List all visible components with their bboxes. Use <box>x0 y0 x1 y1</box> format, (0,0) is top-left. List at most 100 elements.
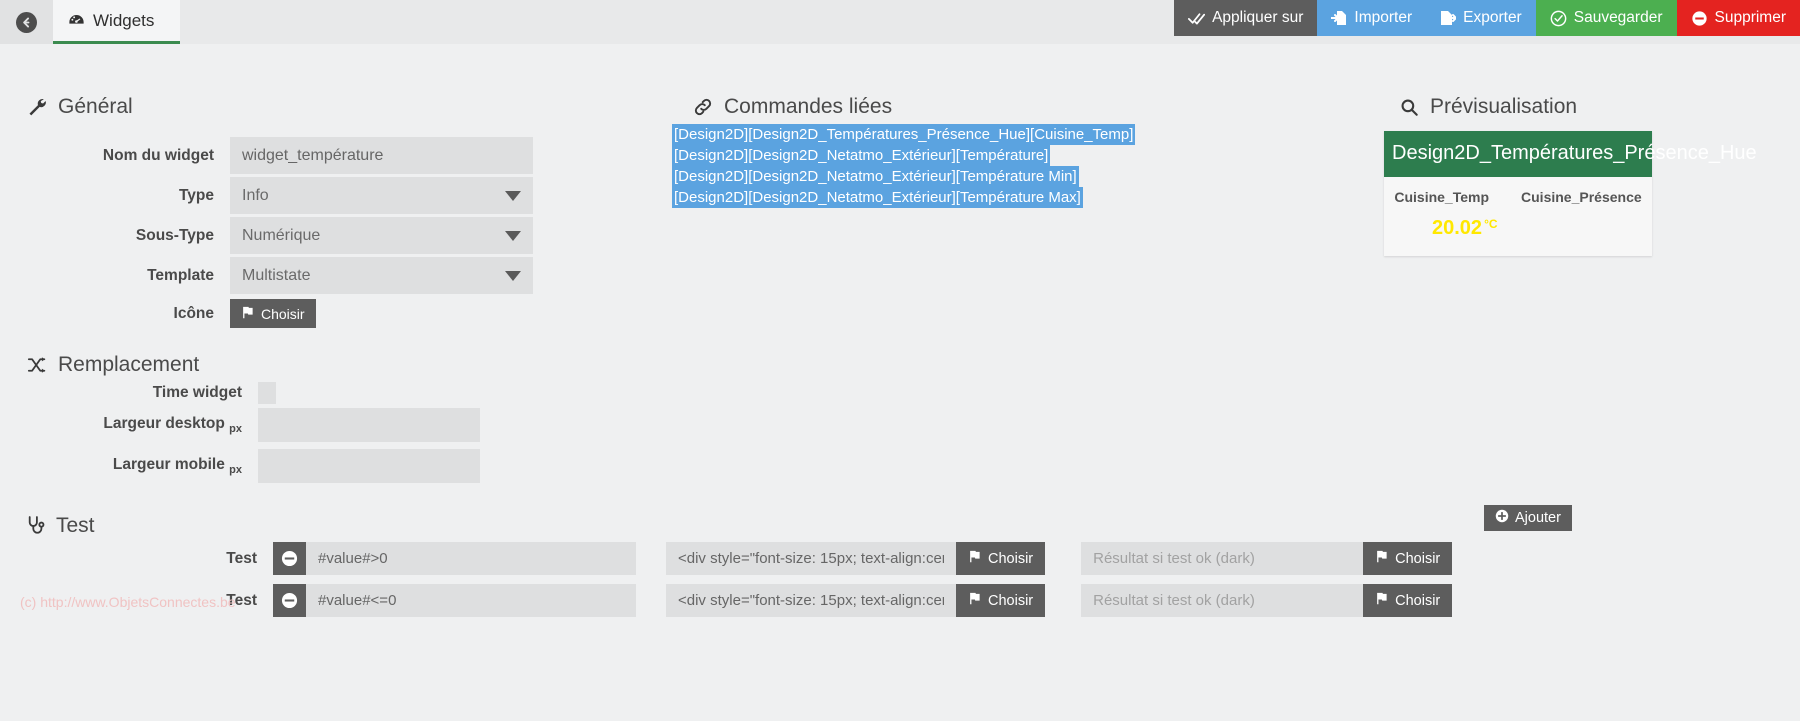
flag-icon <box>241 306 255 322</box>
list-item[interactable]: [Design2D][Design2D_Netatmo_Extérieur][T… <box>672 187 1090 208</box>
test-result-choisir-button[interactable]: Choisir <box>1363 542 1453 575</box>
toolbar-buttons: Appliquer sur Importer Exporter Sauvegar… <box>1174 0 1800 36</box>
section-remplacement-title: Remplacement <box>27 353 199 377</box>
flag-icon <box>1375 592 1389 609</box>
preview-column-0: Cuisine_Temp <box>1394 189 1490 205</box>
exporter-button[interactable]: Exporter <box>1426 0 1536 36</box>
preview-temperature-value: 20.02 <box>1432 217 1483 239</box>
test-result-input[interactable] <box>1081 542 1364 575</box>
section-remplacement-label: Remplacement <box>58 353 200 376</box>
list-item-label: [Design2D][Design2D_Netatmo_Extérieur][T… <box>672 187 1083 208</box>
flag-icon <box>968 592 982 609</box>
test-remove-button[interactable] <box>273 542 306 575</box>
preview-values: 20.02 °C <box>1394 217 1642 240</box>
section-previsualisation-label: Prévisualisation <box>1430 95 1578 118</box>
nom-du-widget-label: Nom du widget <box>102 146 214 164</box>
widget-editor-page: Widgets Appliquer sur Importer Exporter … <box>0 0 1800 721</box>
list-item[interactable]: [Design2D][Design2D_Températures_Présenc… <box>672 124 1136 145</box>
minus-circle-icon <box>281 550 298 567</box>
time-widget-label: Time widget <box>152 384 242 401</box>
section-commandes-title: Commandes liées <box>693 95 892 119</box>
list-item[interactable]: [Design2D][Design2D_Netatmo_Extérieur][T… <box>672 166 1090 187</box>
flag-icon <box>1375 550 1389 567</box>
preview-card: Design2D_Températures_Présence_Hue Cuisi… <box>1384 131 1757 256</box>
test-template-choisir-label: Choisir <box>988 550 1034 567</box>
field-type: Type Info <box>0 177 545 214</box>
chevron-down-icon <box>505 230 521 241</box>
list-item-label: [Design2D][Design2D_Netatmo_Extérieur][T… <box>672 145 1051 166</box>
test-result-choisir-label: Choisir <box>1395 550 1441 567</box>
largeur-desktop-label: Largeur desktop px <box>0 415 258 435</box>
stethoscope-icon <box>27 516 45 536</box>
dashboard-icon <box>67 11 86 30</box>
field-largeur-mobile: Largeur mobile px <box>0 449 545 483</box>
supprimer-button[interactable]: Supprimer <box>1676 0 1800 36</box>
test-result-input[interactable] <box>1081 584 1364 617</box>
field-template: Template Multistate <box>0 257 545 294</box>
test-condition-input[interactable] <box>306 542 636 575</box>
type-value: Info <box>242 186 269 204</box>
wrench-icon <box>27 97 47 117</box>
sauvegarder-button[interactable]: Sauvegarder <box>1535 0 1677 36</box>
icone-label: Icône <box>173 304 214 322</box>
test-template-input[interactable] <box>666 542 956 575</box>
file-import-icon <box>1331 10 1347 26</box>
template-label: Template <box>147 266 214 284</box>
exporter-label: Exporter <box>1463 9 1522 26</box>
watermark: (c) http://www.ObjetsConnectes.be <box>20 594 236 610</box>
test-row-label: Test <box>226 549 257 567</box>
commandes-list[interactable]: [Design2D][Design2D_Températures_Présenc… <box>672 124 1136 208</box>
list-item[interactable]: [Design2D][Design2D_Netatmo_Extérieur][T… <box>672 145 1090 166</box>
arrow-left-circle-icon <box>16 11 37 33</box>
largeur-mobile-unit: px <box>229 464 242 477</box>
tab-widgets[interactable]: Widgets <box>53 0 180 44</box>
test-condition-input[interactable] <box>306 584 636 617</box>
section-general-title: Général <box>27 95 133 119</box>
test-row: Test Choisir Choisir <box>0 542 1453 575</box>
list-item-label: [Design2D][Design2D_Températures_Présenc… <box>672 124 1136 145</box>
type-select[interactable]: Info <box>230 177 533 214</box>
sous-type-select[interactable]: Numérique <box>230 217 533 254</box>
importer-label: Importer <box>1354 9 1413 26</box>
list-item-label: [Design2D][Design2D_Netatmo_Extérieur][T… <box>672 166 1079 187</box>
test-template-choisir-label: Choisir <box>988 592 1034 609</box>
largeur-desktop-text: Largeur desktop <box>103 414 225 432</box>
ajouter-label: Ajouter <box>1515 510 1561 526</box>
ajouter-button[interactable]: Ajouter <box>1484 505 1572 531</box>
test-template-input[interactable] <box>666 584 956 617</box>
search-icon <box>1400 98 1419 117</box>
field-icone: Icône Choisir <box>0 299 545 328</box>
template-select[interactable]: Multistate <box>230 257 533 294</box>
flag-icon <box>968 550 982 567</box>
minus-circle-icon <box>281 592 298 609</box>
check-double-icon <box>1188 11 1206 26</box>
test-template-choisir-button[interactable]: Choisir <box>956 542 1046 575</box>
largeur-mobile-text: Largeur mobile <box>112 455 225 473</box>
plus-circle-icon <box>1495 509 1509 527</box>
field-nom-du-widget: Nom du widget <box>0 137 545 174</box>
shuffle-icon <box>27 356 47 374</box>
largeur-mobile-label: Largeur mobile px <box>0 456 258 476</box>
check-circle-icon <box>1550 10 1567 27</box>
supprimer-label: Supprimer <box>1714 9 1787 26</box>
top-toolbar: Widgets Appliquer sur Importer Exporter … <box>0 0 1800 44</box>
time-widget-checkbox[interactable] <box>258 382 276 404</box>
importer-button[interactable]: Importer <box>1317 0 1427 36</box>
test-template-choisir-button[interactable]: Choisir <box>956 584 1046 617</box>
back-button[interactable] <box>0 0 53 44</box>
minus-circle-icon <box>1691 10 1708 27</box>
icone-choisir-button[interactable]: Choisir <box>230 299 316 328</box>
field-sous-type: Sous-Type Numérique <box>0 217 545 254</box>
template-value: Multistate <box>242 266 311 284</box>
section-previsualisation-title: Prévisualisation <box>1400 95 1577 119</box>
nom-du-widget-input[interactable] <box>230 137 533 174</box>
largeur-mobile-input[interactable] <box>258 449 480 483</box>
icone-choisir-label: Choisir <box>261 305 305 322</box>
test-result-choisir-button[interactable]: Choisir <box>1363 584 1453 617</box>
largeur-desktop-input[interactable] <box>258 408 480 442</box>
appliquer-sur-button[interactable]: Appliquer sur <box>1174 0 1318 36</box>
test-remove-button[interactable] <box>273 584 306 617</box>
preview-columns: Cuisine_Temp Cuisine_Présence <box>1394 189 1642 205</box>
preview-temperature-unit: °C <box>1484 217 1498 231</box>
test-result-choisir-label: Choisir <box>1395 592 1441 609</box>
